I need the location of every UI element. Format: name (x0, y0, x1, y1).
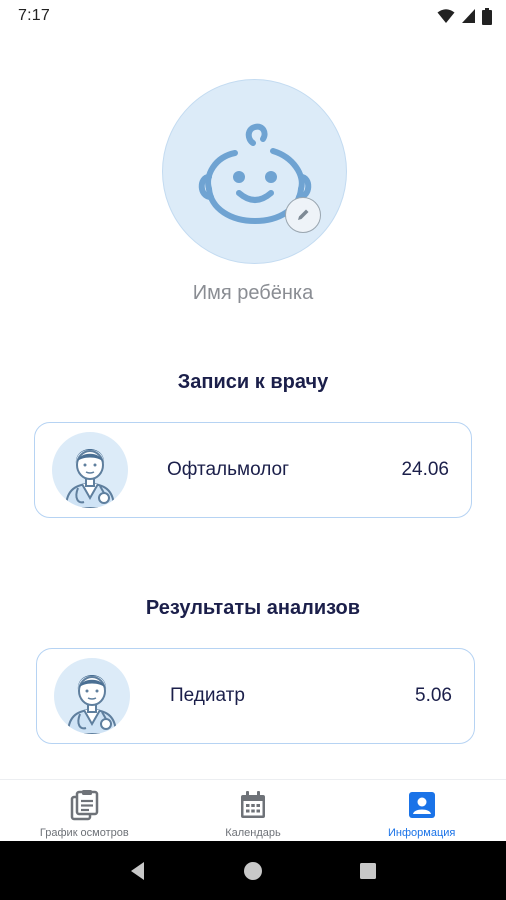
calendar-icon (241, 791, 265, 818)
edit-photo-button[interactable] (285, 197, 321, 233)
avatar-circle (162, 79, 347, 264)
home-icon[interactable] (242, 860, 264, 882)
appointment-card[interactable]: Офтальмолог 24.06 (34, 422, 472, 518)
status-time: 7:17 (18, 7, 50, 24)
battery-icon (482, 7, 492, 25)
nav-tab-calendar[interactable]: Календарь (169, 780, 338, 841)
nav-label: Календарь (225, 827, 281, 839)
nav-label: Информация (388, 827, 456, 839)
appointments-title: Записи к врачу (177, 371, 329, 393)
appointment-specialty: Офтальмолог (167, 459, 290, 480)
child-name-label[interactable]: Имя ребёнка (0, 282, 506, 305)
doctor-avatar (54, 658, 130, 734)
appointment-date: 24.06 (401, 459, 449, 480)
nav-tab-info[interactable]: Информация (337, 780, 506, 841)
result-specialty: Педиатр (170, 685, 245, 706)
system-navigation-bar (0, 841, 506, 900)
nav-tab-schedule[interactable]: График осмотров (0, 780, 169, 841)
wifi-icon (437, 9, 455, 23)
status-bar: 7:17 (0, 0, 506, 32)
doctor-icon (64, 449, 116, 508)
status-icons (437, 7, 492, 25)
signal-icon (462, 9, 475, 23)
child-avatar[interactable] (162, 79, 347, 264)
recents-icon[interactable] (357, 860, 379, 882)
result-card[interactable]: Педиатр 5.06 (36, 648, 475, 744)
clipboard-icon (71, 790, 99, 821)
back-icon[interactable] (127, 860, 149, 882)
doctor-avatar (52, 432, 128, 508)
bottom-navigation: График осмотров Календарь Информация (0, 779, 506, 841)
nav-label: График осмотров (39, 827, 129, 839)
results-title: Результаты анализов (145, 597, 361, 619)
result-date: 5.06 (415, 685, 452, 706)
pencil-icon (298, 209, 309, 220)
account-box-icon (408, 792, 435, 818)
doctor-icon (66, 675, 118, 734)
